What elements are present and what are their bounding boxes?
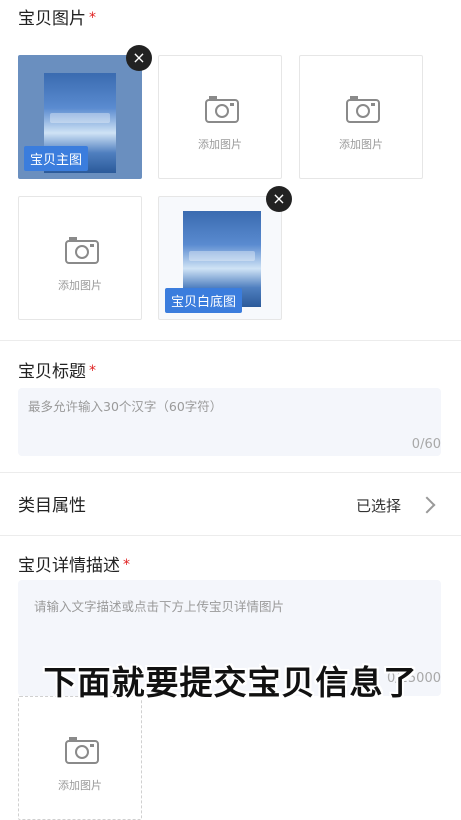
add-image-label: 添加图片 bbox=[198, 138, 242, 151]
title-input[interactable]: 最多允许输入30个汉字（60字符） 0/60 bbox=[18, 388, 441, 456]
divider bbox=[0, 340, 461, 341]
required-mark: * bbox=[89, 10, 96, 26]
add-image-tile[interactable]: 添加图片 bbox=[299, 55, 423, 179]
main-image-tile[interactable]: 宝贝主图 bbox=[18, 55, 142, 179]
title-input-placeholder: 最多允许输入30个汉字（60字符） bbox=[28, 399, 223, 414]
white-bg-image-badge: 宝贝白底图 bbox=[165, 288, 243, 313]
camera-icon bbox=[65, 737, 99, 764]
detail-add-image-tile[interactable]: 添加图片 bbox=[18, 696, 142, 820]
add-image-label: 添加图片 bbox=[58, 779, 102, 792]
category-row[interactable]: 类目属性 已选择 bbox=[0, 473, 461, 535]
add-image-label: 添加图片 bbox=[58, 279, 102, 292]
camera-icon bbox=[205, 96, 239, 123]
add-image-label: 添加图片 bbox=[339, 138, 383, 151]
camera-icon bbox=[346, 96, 380, 123]
detail-label-text: 宝贝详情描述 bbox=[18, 556, 120, 576]
remove-main-image-button[interactable]: × bbox=[126, 45, 152, 71]
photos-title-text: 宝贝图片 bbox=[18, 9, 86, 29]
detail-input-placeholder: 请输入文字描述或点击下方上传宝贝详情图片 bbox=[34, 599, 285, 614]
chevron-right-icon bbox=[418, 496, 436, 514]
title-field-label: 宝贝标题 * bbox=[18, 357, 96, 382]
detail-label: 宝贝详情描述 * bbox=[18, 551, 130, 576]
remove-white-bg-image-button[interactable]: × bbox=[266, 186, 292, 212]
photos-title: 宝贝图片 * bbox=[18, 4, 96, 29]
white-bg-image-tile[interactable]: 宝贝白底图 bbox=[158, 196, 282, 320]
required-mark: * bbox=[89, 363, 96, 379]
category-value: 已选择 bbox=[355, 497, 401, 515]
divider bbox=[0, 535, 461, 536]
add-image-tile[interactable]: 添加图片 bbox=[158, 55, 282, 179]
camera-icon bbox=[65, 237, 99, 264]
title-field-label-text: 宝贝标题 bbox=[18, 362, 86, 382]
required-mark: * bbox=[123, 557, 130, 573]
overlay-caption: 下面就要提交宝贝信息了 bbox=[43, 663, 418, 702]
main-image-badge: 宝贝主图 bbox=[24, 146, 89, 171]
title-char-counter: 0/60 bbox=[411, 437, 441, 452]
add-image-tile[interactable]: 添加图片 bbox=[18, 196, 142, 320]
category-label: 类目属性 bbox=[18, 496, 86, 516]
